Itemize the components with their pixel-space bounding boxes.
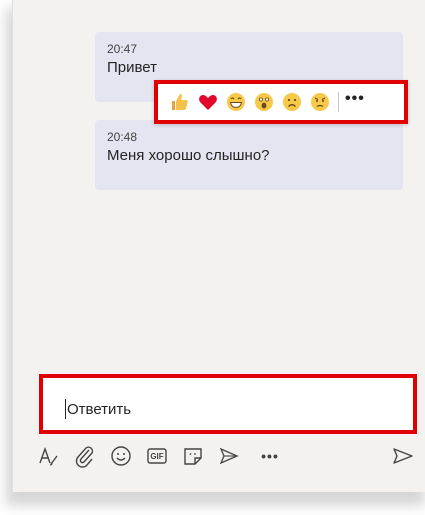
- sad-reaction-icon[interactable]: [278, 88, 306, 116]
- gif-icon[interactable]: GIF: [145, 444, 169, 468]
- message-bubble[interactable]: 20:48 Меня хорошо слышно?: [95, 120, 403, 190]
- more-reactions-button[interactable]: •••: [345, 90, 365, 114]
- meet-icon[interactable]: [217, 444, 241, 468]
- compose-placeholder: Ответить: [67, 401, 132, 418]
- chat-window: 20:47 Привет 20:48 Меня хорошо слышно? •…: [12, 0, 425, 492]
- message-text: Привет: [107, 59, 158, 76]
- reaction-bar: •••: [154, 80, 408, 124]
- format-icon[interactable]: [37, 444, 61, 468]
- compose-toolbar: GIF •••: [33, 440, 425, 470]
- message-time: 20:48: [107, 130, 138, 144]
- more-options-label: •••: [261, 448, 279, 464]
- surprised-reaction-icon[interactable]: [250, 88, 278, 116]
- text-caret: [65, 399, 66, 419]
- attach-icon[interactable]: [73, 444, 97, 468]
- gif-label: GIF: [150, 451, 164, 461]
- sticker-icon[interactable]: [181, 444, 205, 468]
- laugh-reaction-icon[interactable]: [222, 88, 250, 116]
- send-icon[interactable]: [391, 444, 415, 468]
- like-reaction-icon[interactable]: [166, 88, 194, 116]
- compose-box[interactable]: Ответить: [39, 374, 417, 434]
- emoji-icon[interactable]: [109, 444, 133, 468]
- message-time: 20:47: [107, 42, 138, 56]
- more-icon[interactable]: •••: [255, 444, 285, 468]
- reaction-separator: [338, 92, 339, 112]
- message-text: Меня хорошо слышно?: [107, 147, 270, 164]
- angry-reaction-icon[interactable]: [306, 88, 334, 116]
- heart-reaction-icon[interactable]: [194, 88, 222, 116]
